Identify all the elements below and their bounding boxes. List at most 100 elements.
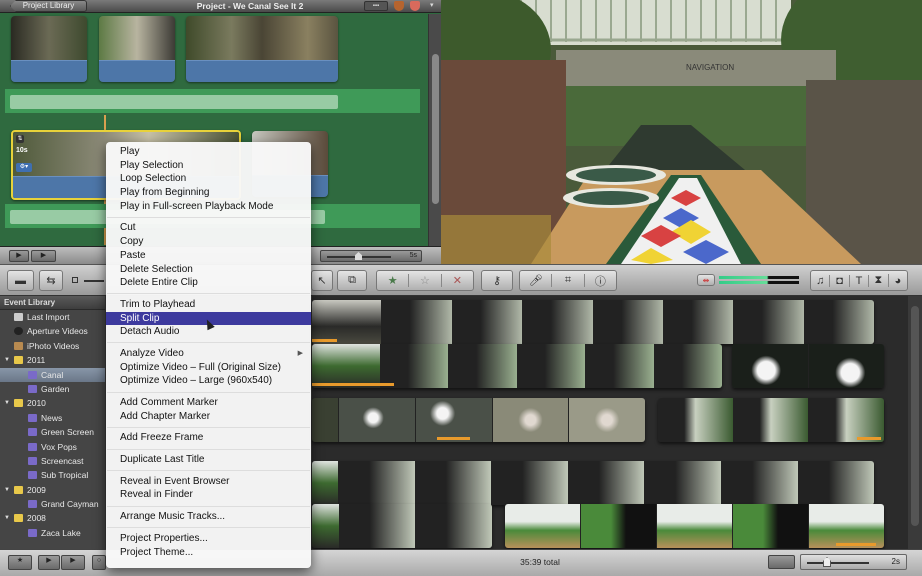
audio-skimming-button[interactable]: ⇹ [697,274,715,286]
menu-item-label: Project Theme... [120,546,194,558]
video-viewer[interactable]: NAVIGATION [441,0,922,264]
menu-item-delete-selection[interactable]: Delete Selection [106,263,311,277]
inspector-button[interactable]: ⓘ [585,273,616,289]
menu-item-add-comment-marker[interactable]: Add Comment Marker [106,396,311,410]
menu-item-reveal-in-finder[interactable]: Reveal in Finder [106,488,311,502]
unmark-button[interactable]: ☆ [409,274,442,287]
event-item-canal[interactable]: Canal [0,367,105,382]
menu-item-delete-entire-clip[interactable]: Delete Entire Clip [106,276,311,290]
swap-panes-button[interactable]: ⇆ [39,270,63,291]
menu-item-reveal-in-event-browser[interactable]: Reveal in Event Browser [106,475,311,489]
maps-browser-button[interactable]: ◕ [889,275,907,287]
crop-button[interactable]: ⌗ [552,274,585,287]
disclosure-triangle-icon[interactable]: ▼ [4,396,10,410]
event-clip-filmstrip[interactable] [732,344,884,388]
camera-import-button[interactable]: ▬ [7,270,34,291]
event-item-grand-cayman[interactable]: Grand Cayman [0,497,105,511]
menu-item-optimize-video-full-original-size[interactable]: Optimize Video – Full (Original Size) [106,361,311,375]
menu-item-play-from-beginning[interactable]: Play from Beginning [106,186,311,200]
event-item-iphoto-videos[interactable]: iPhoto Videos [0,339,105,353]
reject-button[interactable]: ✕ [442,274,473,287]
event-item-garden[interactable]: Garden [0,382,105,396]
bridge-sign: NAVIGATION [686,63,734,72]
event-clip-filmstrip[interactable] [312,300,874,344]
event-item-news[interactable]: News [0,411,105,425]
event-item-aperture-videos[interactable]: Aperture Videos [0,324,105,338]
transition-icon[interactable]: ⇅ [16,135,24,143]
play-button[interactable]: ▶ [61,555,85,570]
event-zoom-slider[interactable]: 2s [800,554,907,570]
event-item-screencast[interactable]: Screencast [0,454,105,468]
show-clips-dropdown[interactable] [768,555,795,569]
add-to-project-button[interactable]: ⧉ [337,270,367,291]
event-item-green-screen[interactable]: Green Screen [0,425,105,439]
menu-item-label: Play Selection [120,159,184,171]
menu-item-analyze-video[interactable]: Analyze Video ▶ [106,347,311,361]
photo-browser-button[interactable]: ◘ [830,274,850,287]
thumbnail-size-slider[interactable] [84,280,104,282]
clip-action-gear-icon[interactable]: ⚙▾ [16,163,32,172]
menu-item-optimize-video-large-960x540[interactable]: Optimize Video – Large (960x540) [106,374,311,388]
play-fullscreen-button[interactable]: ▶ [38,555,60,570]
menu-item-add-chapter-marker[interactable]: Add Chapter Marker [106,410,311,424]
titles-browser-button[interactable]: T [850,274,870,287]
keyword-button[interactable]: ⚷ [481,270,513,291]
menu-item-play-selection[interactable]: Play Selection [106,159,311,173]
event-clip-filmstrip[interactable] [658,398,884,442]
event-clip-filmstrip[interactable] [312,344,722,388]
map-style-icon[interactable] [410,1,420,11]
event-item-vox-pops[interactable]: Vox Pops [0,440,105,454]
menu-item-arrange-music-tracks[interactable]: Arrange Music Tracks... [106,510,311,524]
transitions-browser-button[interactable]: ⧗ [869,274,889,287]
play-button[interactable]: ▶ [31,250,56,262]
event-item-sub-tropical[interactable]: Sub Tropical [0,468,105,482]
disclosure-triangle-icon[interactable]: ▼ [4,511,10,525]
favorite-button[interactable]: ★ [377,274,410,287]
menu-item-trim-to-playhead[interactable]: Trim to Playhead [106,298,311,312]
project-clip[interactable] [99,16,175,82]
event-item-2011[interactable]: ▼ 2011 [0,353,105,367]
event-item-2010[interactable]: ▼ 2010 [0,396,105,410]
search-button[interactable]: ○ [92,555,106,570]
select-tool-button[interactable]: ↖ [311,270,333,291]
disclosure-triangle-icon[interactable]: ▼ [4,353,10,367]
menu-item-loop-selection[interactable]: Loop Selection [106,172,311,186]
project-clip[interactable] [11,16,87,82]
menu-item-play[interactable]: Play [106,145,311,159]
project-zoom-slider[interactable]: 5s [320,250,422,262]
music-browser-button[interactable]: ♫ [811,274,831,287]
menu-item-add-freeze-frame[interactable]: Add Freeze Frame [106,431,311,445]
project-scrollbar[interactable] [428,14,441,246]
event-clip-filmstrip[interactable] [505,504,884,548]
event-clip-filmstrip[interactable] [312,398,645,442]
voiceover-button[interactable]: 🎤︎ [520,274,553,287]
scroll-thumb[interactable] [911,306,919,526]
event-item-2009[interactable]: ▼ 2009 [0,483,105,497]
scroll-thumb[interactable] [432,54,439,204]
menu-item-paste[interactable]: Paste [106,249,311,263]
event-clip-filmstrip[interactable] [312,504,492,548]
event-item-zaca-lake[interactable]: Zaca Lake [0,526,105,540]
menu-item-play-in-full-screen-playback-mode[interactable]: Play in Full-screen Playback Mode [106,200,311,214]
disclosure-triangle-icon[interactable]: ▼ [4,483,10,497]
slider-knob[interactable] [355,252,362,260]
event-clip-filmstrip[interactable] [312,461,874,505]
menu-item-project-theme[interactable]: Project Theme... [106,546,311,560]
menu-item-cut[interactable]: Cut [106,221,311,235]
dropdown-arrow-icon[interactable]: ▾ [430,1,434,9]
event-item-last-import[interactable]: Last Import [0,310,105,324]
slider-knob[interactable] [823,557,831,567]
event-browser-scrollbar[interactable] [908,296,922,549]
menu-item-label: Paste [120,249,146,261]
menu-item-project-properties[interactable]: Project Properties... [106,532,311,546]
project-library-button[interactable]: Project Library [10,0,87,12]
play-fullscreen-button[interactable]: ▶ [9,250,29,262]
event-item-2008[interactable]: ▼ 2008 [0,511,105,525]
menu-item-duplicate-last-title[interactable]: Duplicate Last Title [106,453,311,467]
view-toggle-button[interactable]: ▪▪▪ [364,1,388,11]
show-favorites-button[interactable]: ★ [8,555,32,570]
background-audio-track[interactable] [5,89,420,113]
menu-item-copy[interactable]: Copy [106,235,311,249]
project-clip[interactable] [186,16,338,82]
theme-icon[interactable] [394,1,404,11]
